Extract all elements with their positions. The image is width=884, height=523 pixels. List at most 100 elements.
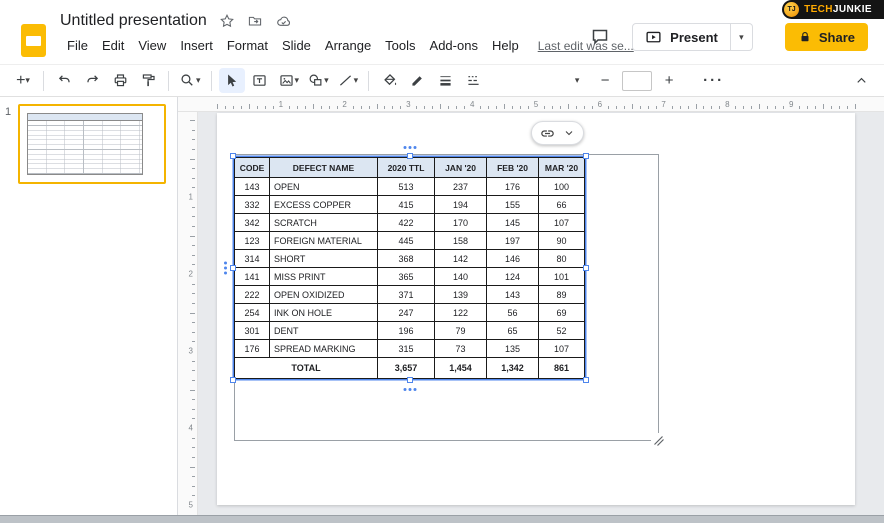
table-cell[interactable]: 123 [235, 232, 270, 250]
table-cell[interactable]: 52 [539, 322, 585, 340]
table-drag-handle-left[interactable] [224, 262, 227, 275]
table-cell[interactable]: 247 [378, 304, 435, 322]
table-cell[interactable]: 342 [235, 214, 270, 232]
present-dropdown-button[interactable]: ▾ [731, 23, 753, 51]
defect-table-el[interactable]: CODEDEFECT NAME2020 TTLJAN '20FEB '20MAR… [234, 157, 585, 379]
selection-handle[interactable] [583, 153, 589, 159]
table-cell[interactable]: 65 [487, 322, 539, 340]
undo-button[interactable] [51, 68, 77, 93]
border-weight-button[interactable] [432, 68, 458, 93]
plus-button[interactable]: + [656, 68, 682, 93]
print-button[interactable] [107, 68, 133, 93]
star-icon[interactable] [219, 13, 235, 29]
selection-handle[interactable] [407, 377, 413, 383]
table-cell[interactable]: 79 [435, 322, 487, 340]
table-cell[interactable]: 140 [435, 268, 487, 286]
table-cell[interactable]: 107 [539, 214, 585, 232]
collapse-toolbar-button[interactable] [848, 68, 874, 93]
table-cell[interactable]: 445 [378, 232, 435, 250]
table-cell[interactable]: 155 [487, 196, 539, 214]
menu-add-ons[interactable]: Add-ons [423, 36, 485, 55]
table-cell[interactable]: 122 [435, 304, 487, 322]
menu-view[interactable]: View [131, 36, 173, 55]
selection-handle[interactable] [583, 377, 589, 383]
table-drag-handle-top[interactable] [403, 146, 416, 149]
table-drag-handle-bottom[interactable] [403, 388, 416, 391]
table-cell[interactable]: 101 [539, 268, 585, 286]
table-total-cell[interactable]: 1,454 [435, 358, 487, 379]
table-header-cell[interactable]: JAN '20 [435, 158, 487, 178]
table-cell[interactable]: 315 [378, 340, 435, 358]
defect-table[interactable]: CODEDEFECT NAME2020 TTLJAN '20FEB '20MAR… [234, 157, 585, 379]
table-cell[interactable]: 146 [487, 250, 539, 268]
table-cell[interactable]: 90 [539, 232, 585, 250]
menu-arrange[interactable]: Arrange [318, 36, 378, 55]
table-header-cell[interactable]: DEFECT NAME [270, 158, 378, 178]
selection-handle[interactable] [230, 265, 236, 271]
table-cell[interactable]: 176 [487, 178, 539, 196]
table-cell[interactable]: 365 [378, 268, 435, 286]
table-cell[interactable]: 135 [487, 340, 539, 358]
table-cell[interactable]: 196 [378, 322, 435, 340]
table-cell[interactable]: FOREIGN MATERIAL [270, 232, 378, 250]
insert-shape-button[interactable]: ▾ [304, 68, 332, 93]
menu-file[interactable]: File [60, 36, 95, 55]
table-total-label[interactable]: TOTAL [235, 358, 378, 379]
new-slide-button[interactable]: + ▾ [10, 68, 36, 93]
table-cell[interactable]: 89 [539, 286, 585, 304]
table-cell[interactable]: 170 [435, 214, 487, 232]
resize-handle-icon[interactable] [651, 433, 666, 448]
table-cell[interactable]: 301 [235, 322, 270, 340]
table-total-cell[interactable]: 1,342 [487, 358, 539, 379]
select-tool-button[interactable] [219, 68, 245, 93]
linked-table-chip[interactable] [531, 121, 584, 145]
table-cell[interactable]: 194 [435, 196, 487, 214]
redo-button[interactable] [79, 68, 105, 93]
table-cell[interactable]: SCRATCH [270, 214, 378, 232]
table-cell[interactable]: 237 [435, 178, 487, 196]
menu-format[interactable]: Format [220, 36, 275, 55]
table-header-cell[interactable]: FEB '20 [487, 158, 539, 178]
menu-insert[interactable]: Insert [173, 36, 220, 55]
table-cell[interactable]: 139 [435, 286, 487, 304]
table-cell[interactable]: 73 [435, 340, 487, 358]
table-cell[interactable]: 222 [235, 286, 270, 304]
table-cell[interactable]: MISS PRINT [270, 268, 378, 286]
comments-icon[interactable] [590, 27, 610, 47]
table-cell[interactable]: SHORT [270, 250, 378, 268]
table-cell[interactable]: 176 [235, 340, 270, 358]
table-cell[interactable]: 69 [539, 304, 585, 322]
table-cell[interactable]: SPREAD MARKING [270, 340, 378, 358]
table-cell[interactable]: 368 [378, 250, 435, 268]
more-tools-dropdown[interactable]: ▾ [564, 68, 590, 93]
slide-thumbnail-1[interactable] [18, 104, 166, 184]
more-options-button[interactable]: ··· [700, 68, 727, 93]
table-cell[interactable]: DENT [270, 322, 378, 340]
table-header-cell[interactable]: 2020 TTL [378, 158, 435, 178]
table-cell[interactable]: 513 [378, 178, 435, 196]
table-total-cell[interactable]: 3,657 [378, 358, 435, 379]
slide-canvas[interactable]: CODEDEFECT NAME2020 TTLJAN '20FEB '20MAR… [217, 113, 855, 505]
slides-logo[interactable] [21, 24, 46, 57]
move-folder-icon[interactable] [247, 13, 263, 29]
table-cell[interactable]: 143 [487, 286, 539, 304]
table-cell[interactable]: 107 [539, 340, 585, 358]
border-dash-button[interactable] [460, 68, 486, 93]
selection-handle[interactable] [407, 153, 413, 159]
slide-thumbnail-row[interactable]: 1 [0, 104, 177, 184]
canvas[interactable]: CODEDEFECT NAME2020 TTLJAN '20FEB '20MAR… [198, 112, 884, 515]
text-box-button[interactable] [247, 68, 273, 93]
table-cell[interactable]: 142 [435, 250, 487, 268]
table-cell[interactable]: 314 [235, 250, 270, 268]
menu-tools[interactable]: Tools [378, 36, 422, 55]
table-cell[interactable]: 371 [378, 286, 435, 304]
menu-slide[interactable]: Slide [275, 36, 318, 55]
insert-line-button[interactable]: ▾ [334, 68, 362, 93]
table-cell[interactable]: 415 [378, 196, 435, 214]
zoom-button[interactable]: ▾ [176, 68, 204, 93]
present-button[interactable]: Present [632, 23, 731, 51]
fill-color-button[interactable] [376, 68, 402, 93]
menu-help[interactable]: Help [485, 36, 526, 55]
table-cell[interactable]: 332 [235, 196, 270, 214]
spinner-input[interactable] [622, 71, 652, 91]
